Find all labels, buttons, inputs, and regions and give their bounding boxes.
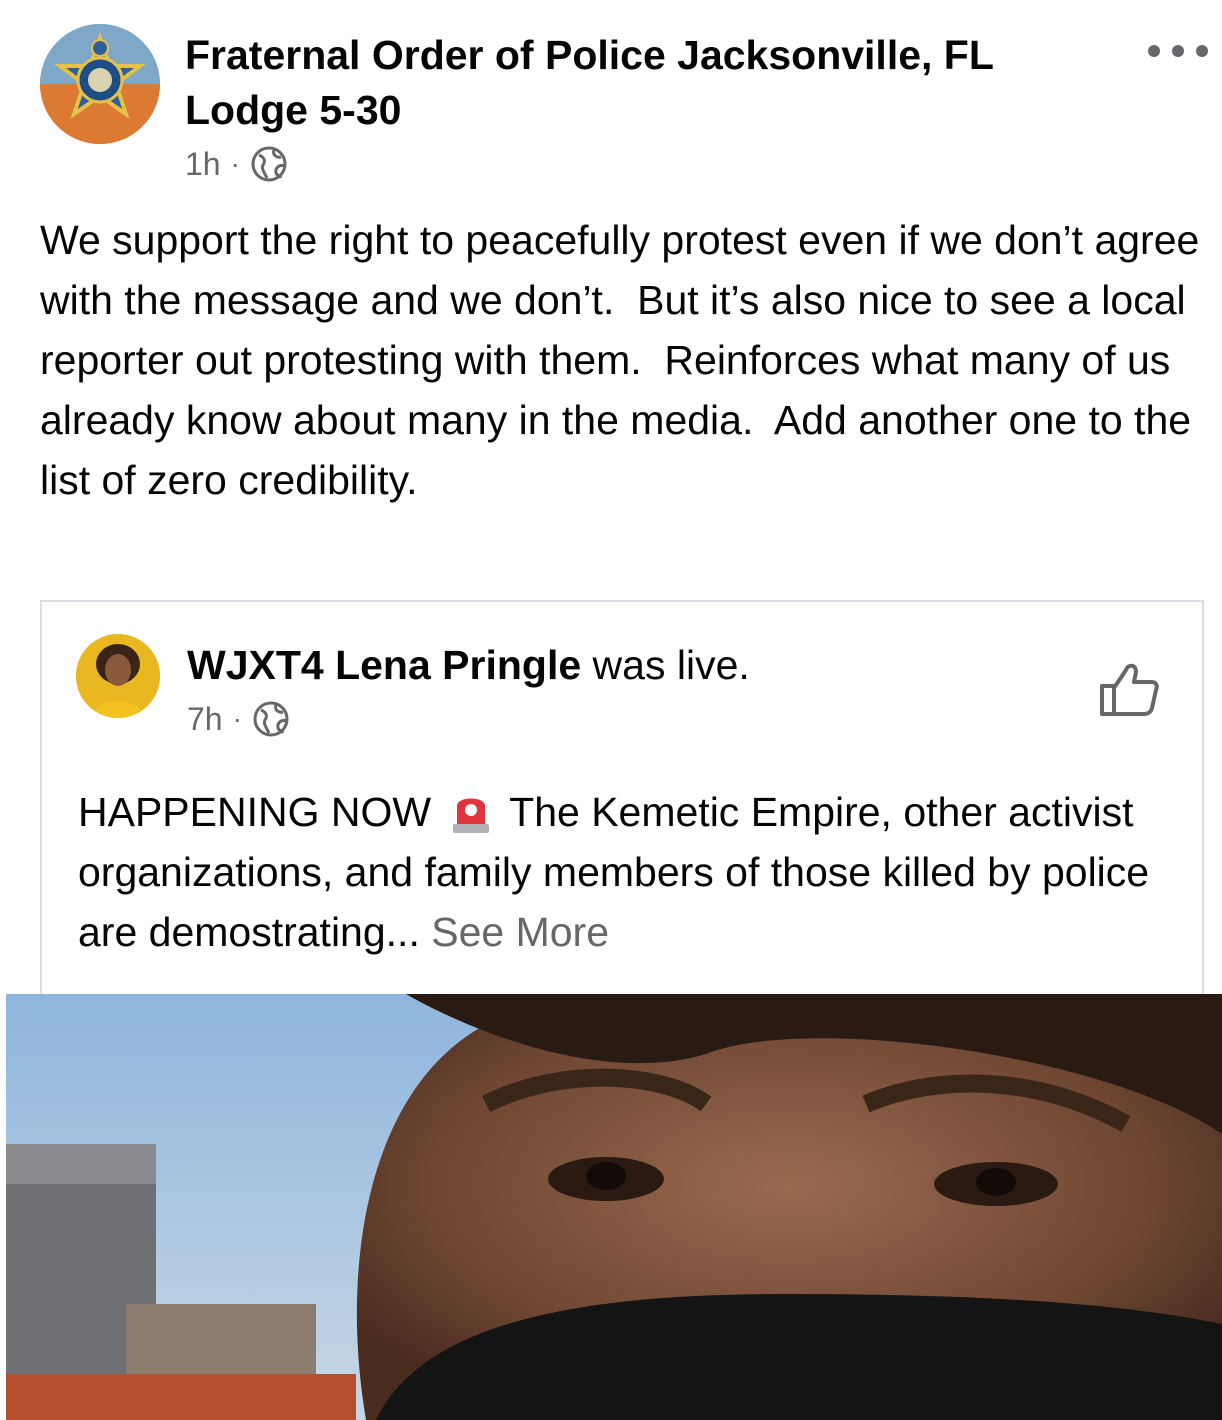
see-more-link[interactable]: See More bbox=[431, 909, 609, 955]
shared-author-avatar[interactable] bbox=[76, 634, 160, 718]
post-header: Fraternal Order of Police Jacksonville, … bbox=[0, 0, 1222, 200]
shared-title: WJXT4 Lena Pringle was live. bbox=[187, 640, 750, 690]
live-video-thumbnail[interactable] bbox=[6, 994, 1222, 1420]
shared-timestamp[interactable]: 7h bbox=[187, 701, 223, 738]
shared-text-before: HAPPENING NOW bbox=[78, 789, 432, 835]
more-options-button[interactable] bbox=[1148, 36, 1208, 66]
reporter-portrait bbox=[76, 634, 160, 718]
meta-separator: · bbox=[230, 148, 240, 179]
post-timestamp[interactable]: 1h bbox=[185, 146, 221, 183]
rotating-light-icon bbox=[452, 798, 489, 833]
meta-separator: · bbox=[232, 703, 242, 734]
page-name[interactable]: Fraternal Order of Police Jacksonville, … bbox=[185, 28, 1105, 138]
shared-action: was live. bbox=[581, 642, 750, 688]
video-frame bbox=[6, 994, 1222, 1420]
more-dot bbox=[1196, 45, 1208, 57]
globe-icon bbox=[251, 146, 287, 182]
more-dot bbox=[1148, 45, 1160, 57]
shared-meta: 7h · bbox=[187, 700, 290, 738]
globe-icon bbox=[253, 701, 289, 737]
fop-badge-icon bbox=[40, 24, 160, 144]
more-dot bbox=[1172, 45, 1184, 57]
post-body-text: We support the right to peacefully prote… bbox=[40, 217, 1211, 503]
post-meta: 1h · bbox=[185, 144, 288, 184]
shared-live-card[interactable]: WJXT4 Lena Pringle was live. 7h · HAPPEN… bbox=[40, 600, 1204, 994]
shared-author-name[interactable]: WJXT4 Lena Pringle bbox=[187, 642, 581, 688]
page-avatar[interactable] bbox=[40, 24, 160, 144]
shared-post-text: HAPPENING NOW The Kemetic Empire, other … bbox=[78, 782, 1188, 962]
thumbs-up-icon[interactable] bbox=[1098, 656, 1162, 720]
